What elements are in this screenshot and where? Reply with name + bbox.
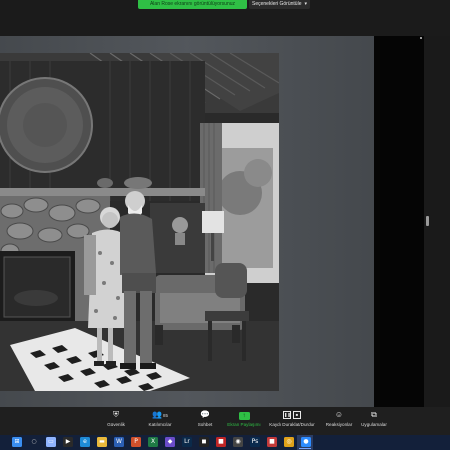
taskbar-explorer-icon[interactable]: ▬ — [97, 437, 107, 447]
share-screen-label: Ekran Paylaşımı — [227, 422, 261, 427]
security-button[interactable]: ⛨ Güvenlik — [100, 410, 132, 434]
record-label: Kaydı Duraklat/Durdur — [269, 422, 315, 427]
photo-image — [0, 53, 279, 391]
apps-label: Uygulamalar — [361, 422, 387, 427]
taskbar-app-dark-icon[interactable]: ▶ — [63, 437, 73, 447]
taskbar-start-icon[interactable]: ⊞ — [12, 437, 22, 447]
taskbar-photoshop-red-icon[interactable]: ■ — [216, 437, 226, 447]
view-options-button[interactable]: Seçenekleri Görüntüle ▾ — [249, 0, 310, 9]
taskbar-obs-icon[interactable]: ◉ — [233, 437, 243, 447]
reactions-label: Reaksiyonlar — [325, 422, 353, 427]
participants-button[interactable]: 👥85 Katılımcılar — [140, 410, 180, 434]
splitter-handle[interactable] — [426, 216, 429, 226]
apps-icon: ⧉ — [371, 410, 377, 419]
participants-count: 85 — [162, 413, 168, 418]
share-screen-button[interactable]: ↑ Ekran Paylaşımı — [222, 410, 266, 434]
screen-share-notice: Alan Rose ekranını görüntülüyorsunuz — [138, 0, 247, 9]
reactions-button[interactable]: ☺ Reaksiyonlar — [322, 410, 356, 434]
apps-button[interactable]: ⧉ Uygulamalar — [356, 410, 392, 434]
participants-label: Katılımcılar — [148, 422, 172, 427]
taskbar-lightroom-icon[interactable]: Lr — [182, 437, 192, 447]
view-options-label: Seçenekleri Görüntüle — [252, 1, 302, 7]
smiley-plus-icon: ☺ — [334, 410, 344, 419]
share-screen-icon: ↑ — [222, 410, 266, 420]
taskbar-app-red-icon[interactable]: ■ — [267, 437, 277, 447]
taskbar-photos-icon[interactable]: ◆ — [165, 437, 175, 447]
taskbar-chrome-icon[interactable]: ◎ — [284, 437, 294, 447]
taskbar-search-icon[interactable]: ○ — [29, 437, 39, 447]
dark-side-panel — [374, 36, 424, 407]
chat-label: Sohbet — [197, 422, 213, 427]
taskbar-powerpoint-icon[interactable]: P — [131, 437, 141, 447]
taskbar-excel-icon[interactable]: X — [148, 437, 158, 447]
pause-stop-icon: ❚❚ ■ — [264, 410, 320, 420]
taskbar-active-indicator — [299, 448, 311, 449]
chevron-down-icon: ▾ — [304, 1, 307, 7]
taskbar-task-view-icon[interactable]: ▭ — [46, 437, 56, 447]
shield-icon: ⛨ — [113, 410, 119, 419]
taskbar-dark-app-icon[interactable]: ◼ — [199, 437, 209, 447]
participants-icon: 👥85 — [152, 410, 168, 419]
corner-marker — [420, 37, 422, 39]
chat-button[interactable]: 💬 Sohbet — [190, 410, 220, 434]
taskbar-edge-icon[interactable]: e — [80, 437, 90, 447]
chat-bubble-icon: 💬 — [200, 410, 210, 419]
taskbar-zoom-icon[interactable]: ● — [301, 437, 311, 447]
security-label: Güvenlik — [107, 422, 125, 427]
record-button[interactable]: ❚❚ ■ Kaydı Duraklat/Durdur — [264, 410, 320, 434]
taskbar-photoshop-icon[interactable]: Ps — [250, 437, 260, 447]
shared-photo — [0, 53, 279, 391]
taskbar-word-icon[interactable]: W — [114, 437, 124, 447]
